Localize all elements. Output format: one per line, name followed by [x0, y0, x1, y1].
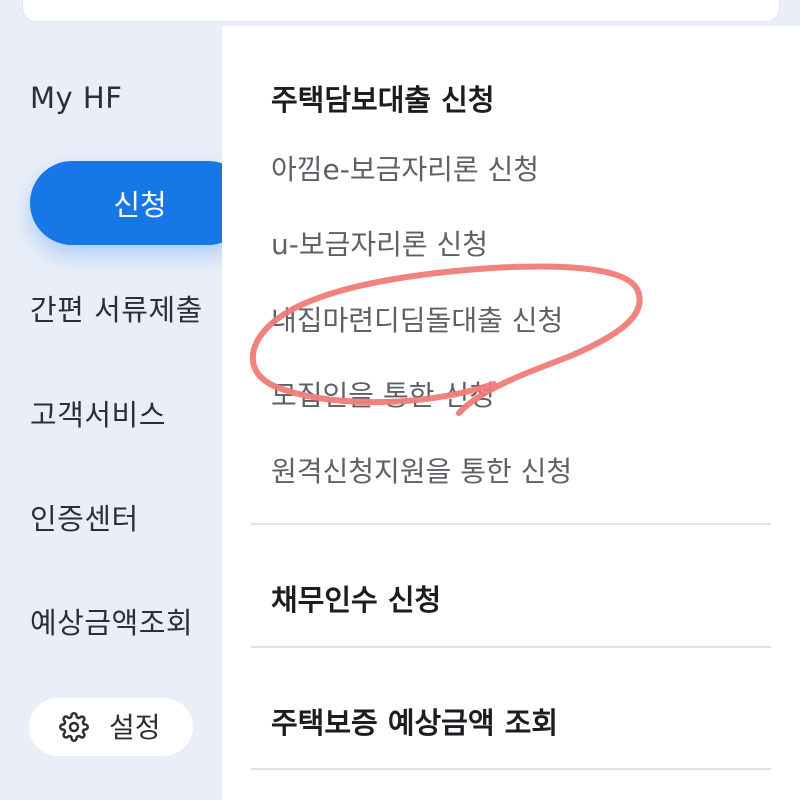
search-box[interactable] [22, 0, 780, 22]
top-bar [0, 0, 800, 26]
section-divider [251, 523, 771, 525]
sidebar-item-simple-document-submission[interactable]: 간편 서류제출 [30, 287, 203, 329]
section-title-mortgage-application: 주택담보대출 신청 [271, 83, 495, 117]
menu-item-didimdol-loan[interactable]: 내집마련디딤돌대출 신청 [271, 299, 563, 339]
section-title-housing-guarantee-estimate[interactable]: 주택보증 예상금액 조회 [271, 700, 558, 742]
main-content: 주택담보대출 신청 아낌e-보금자리론 신청 u-보금자리론 신청 내집마련디딤… [222, 26, 800, 800]
sidebar-item-label: 신청 [113, 188, 167, 222]
app-screen: My HF 신청 간편 서류제출 고객서비스 인증센터 예상금액조회 설정 주택… [0, 0, 800, 800]
settings-label: 설정 [109, 711, 161, 744]
gear-icon [59, 712, 89, 742]
menu-item-remote-application-support[interactable]: 원격신청지원을 통한 신청 [271, 450, 572, 490]
settings-button[interactable]: 설정 [29, 698, 193, 756]
section-title-debt-assumption[interactable]: 채무인수 신청 [271, 577, 441, 619]
menu-item-akkim-e-bogeumjari[interactable]: 아낌e-보금자리론 신청 [271, 148, 539, 188]
menu-item-u-bogeumjari[interactable]: u-보금자리론 신청 [271, 223, 488, 263]
sidebar-item-my-hf[interactable]: My HF [30, 81, 122, 115]
sidebar: My HF 신청 간편 서류제출 고객서비스 인증센터 예상금액조회 설정 [0, 26, 250, 800]
sidebar-item-apply[interactable]: 신청 [30, 161, 250, 245]
sidebar-item-estimated-amount[interactable]: 예상금액조회 [30, 600, 193, 642]
sidebar-item-customer-service[interactable]: 고객서비스 [30, 392, 166, 434]
section-divider [251, 768, 771, 770]
sidebar-item-certification-center[interactable]: 인증센터 [30, 496, 139, 538]
menu-item-recruiter-application[interactable]: 모집인을 통한 신청 [271, 374, 495, 414]
section-divider [251, 646, 771, 648]
